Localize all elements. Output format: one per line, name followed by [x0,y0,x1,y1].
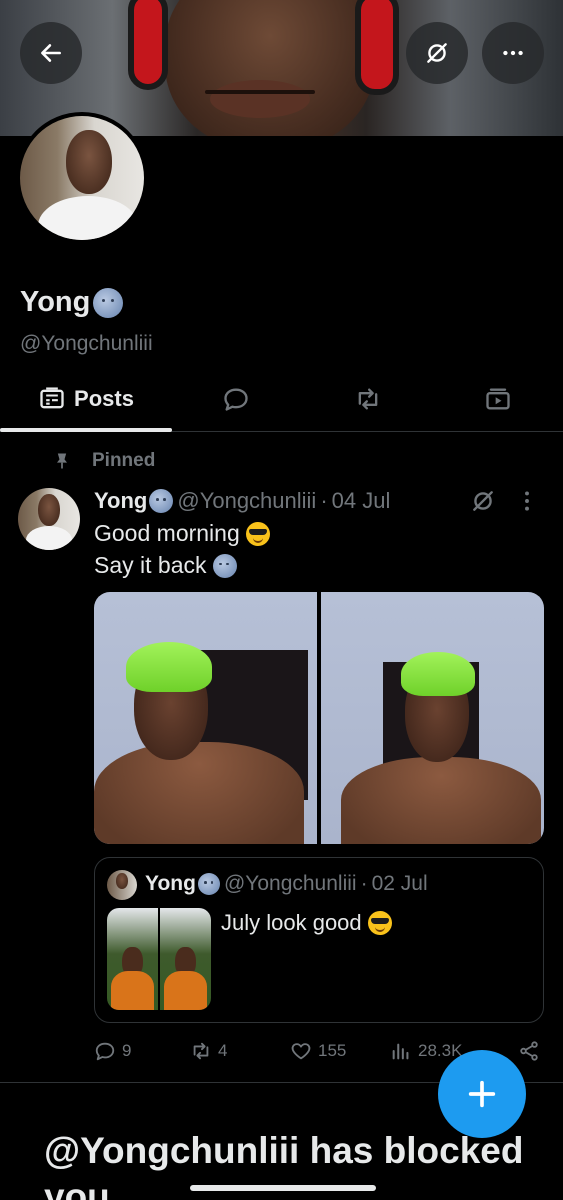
like-button[interactable]: 155 [290,1040,346,1062]
profile-avatar[interactable] [16,112,148,244]
share-icon [520,1041,538,1061]
tab-replies[interactable] [200,368,272,430]
media-icon [486,388,510,410]
grok-icon[interactable] [470,488,496,514]
reply-count: 9 [122,1041,132,1060]
tab-posts[interactable]: Posts [0,368,172,430]
plus-icon [468,1080,496,1108]
post-text-2: Say it back [94,552,207,578]
views-chart-icon [392,1043,409,1060]
moon-face-emoji-icon [93,287,124,318]
post-media [94,592,544,844]
post-header-actions [470,488,538,514]
tab-media[interactable] [462,368,534,430]
post-avatar-shirt [26,526,72,550]
quoted-photo-2 [160,908,211,1010]
post-avatar-face [38,494,60,526]
post-photo-2[interactable] [321,592,544,844]
grok-icon [427,43,447,63]
repost-icon [193,1042,209,1060]
sunglasses-emoji-icon [245,521,270,546]
moon-face-emoji-icon [149,489,174,513]
post-author-name[interactable]: Yong [94,488,147,514]
quoted-author-handle: @Yongchunliii [223,872,357,895]
post-author-handle[interactable]: @Yongchunliii [177,488,316,514]
post-separator: · [320,488,328,513]
share-button[interactable] [518,1040,540,1062]
photo-torso [94,742,304,844]
post-author-avatar[interactable] [18,488,80,550]
banner-lips [210,80,310,118]
back-button[interactable] [20,22,82,84]
quoted-photo-shirt [164,971,207,1010]
back-arrow-icon [41,44,61,62]
profile-handle: @Yongchunliii [20,332,153,355]
tab-selected-indicator [0,428,172,432]
post-text-1: Good morning [94,520,240,546]
quoted-date: 02 Jul [371,872,428,895]
quoted-post[interactable]: Yong @Yongchunliii · 02 Jul July look go… [94,857,544,1023]
post-date[interactable]: 04 Jul [332,488,391,514]
quoted-text-line: July look good [221,910,392,936]
compose-button[interactable] [438,1050,526,1138]
repost-button[interactable]: 4 [190,1040,227,1062]
profile-avatar-image [20,116,144,240]
avatar-shirt [38,196,138,240]
quoted-avatar-face [116,873,128,889]
profile-display-name: Yong [20,286,124,319]
sunglasses-emoji-icon [367,911,392,935]
tab-reposts[interactable] [332,368,404,430]
banner-headphone-left [128,0,168,90]
like-count: 155 [318,1041,347,1060]
post-header: Yong @Yongchunliii · 04 Jul [94,488,390,514]
photo-torso [341,757,541,844]
replies-icon [224,388,248,411]
avatar-face [66,130,112,194]
pin-icon [57,453,67,469]
quoted-author-avatar [107,870,137,900]
reposts-icon [358,388,378,410]
quoted-author-name: Yong [145,872,196,895]
photo-cap [126,642,212,692]
quoted-photo-1 [107,908,158,1010]
photo-cap [401,652,475,696]
quoted-photo-shirt [111,971,154,1010]
more-options-button[interactable] [482,22,544,84]
reply-button[interactable]: 9 [94,1040,131,1062]
moon-face-emoji-icon [212,553,237,578]
display-name-text: Yong [20,286,91,318]
post-text-line-2: Say it back [94,552,237,579]
heart-icon [291,1043,311,1060]
more-dots-icon [503,50,523,56]
repost-count: 4 [218,1041,228,1060]
quoted-post-header: Yong @Yongchunliii · 02 Jul [145,872,428,896]
moon-face-emoji-icon [197,873,220,895]
post-more-icon[interactable] [516,488,538,514]
quoted-media [107,908,211,1010]
home-indicator[interactable] [190,1185,376,1191]
reply-icon [95,1042,115,1061]
quoted-separator: · [360,872,368,895]
banner-mouth [205,90,315,94]
profile-tabs: Posts [0,368,563,432]
pinned-label: Pinned [92,450,156,471]
tab-posts-label: Posts [74,386,134,411]
post-text-line-1: Good morning [94,520,270,547]
banner-headphone-right [355,0,399,95]
post-photo-1[interactable] [94,592,317,844]
grok-button[interactable] [406,22,468,84]
pinned-indicator: Pinned [52,450,155,472]
posts-icon [40,387,64,409]
quoted-text: July look good [221,910,362,935]
